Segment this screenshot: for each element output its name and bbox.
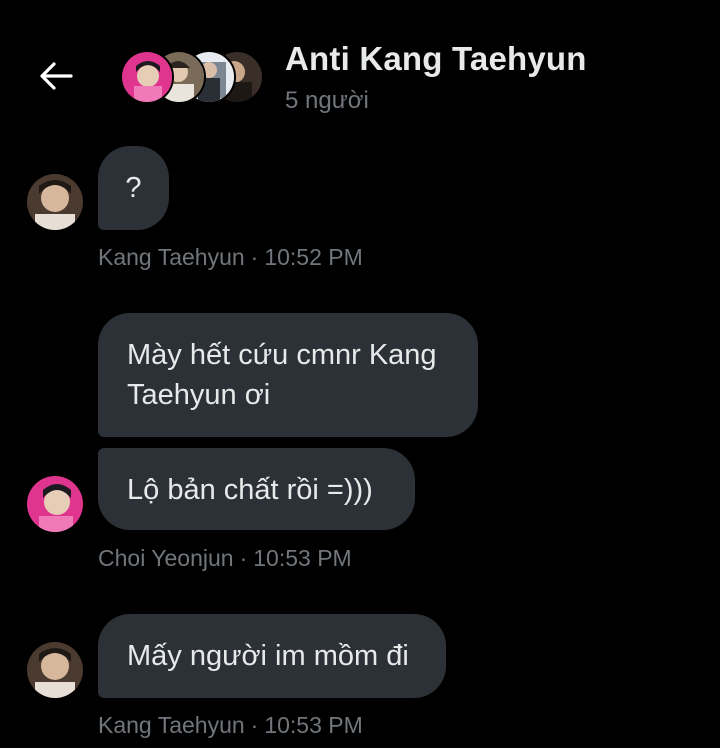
message-time: 10:52 PM [264,244,363,270]
message-meta: Choi Yeonjun · 10:53 PM [98,545,352,572]
meta-separator: · [250,244,259,270]
message-bubble[interactable]: Lộ bản chất rồi =))) [98,448,415,530]
meta-separator: · [239,545,248,571]
back-button[interactable] [36,58,76,94]
message-text: Lộ bản chất rồi =))) [127,474,373,506]
message-meta: Kang Taehyun · 10:53 PM [98,712,363,739]
message-bubble[interactable]: Mày hết cứu cmnr Kang Taehyun ơi [98,313,478,437]
member-count[interactable]: 5 người [285,87,369,115]
arrow-left-icon [40,62,73,90]
conversation-header: Anti Kang Taehyun 5 người [0,0,720,140]
message-time: 10:53 PM [253,545,352,571]
message-time: 10:53 PM [264,712,363,738]
group-avatar-stack[interactable] [120,50,264,104]
sender-avatar[interactable] [27,476,83,532]
message-text: Mấy người im mồm đi [127,640,409,672]
message-text: ? [125,172,142,204]
message-bubble[interactable]: Mấy người im mồm đi [98,614,446,698]
sender-avatar[interactable] [27,174,83,230]
message-meta: Kang Taehyun · 10:52 PM [98,244,363,271]
conversation-title: Anti Kang Taehyun [285,40,587,77]
sender-name: Kang Taehyun [98,712,245,738]
sender-avatar[interactable] [27,642,83,698]
member-avatar [120,50,174,104]
sender-name: Choi Yeonjun [98,545,234,571]
message-text: Mày hết cứu cmnr Kang Taehyun ơi [127,339,437,411]
meta-separator: · [250,712,259,738]
message-bubble[interactable]: ? [98,146,169,230]
sender-name: Kang Taehyun [98,244,245,270]
